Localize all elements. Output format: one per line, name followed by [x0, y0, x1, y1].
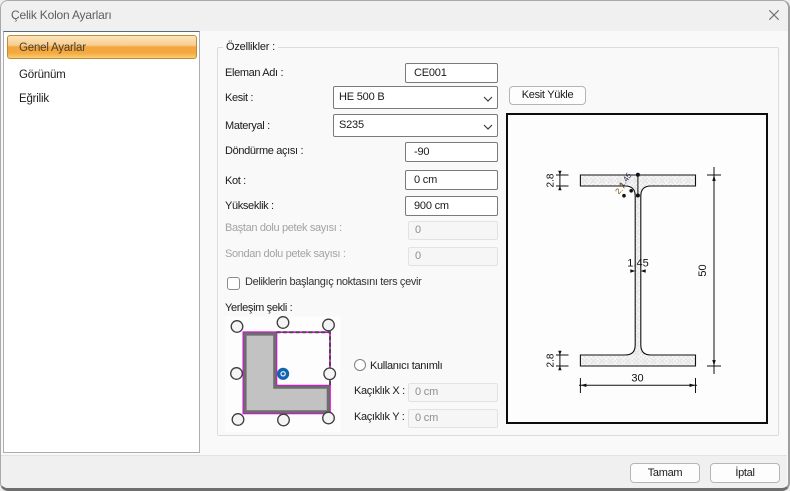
svg-text:30: 30 [631, 372, 643, 384]
svg-text:2.8: 2.8 [546, 173, 557, 187]
svg-text:1.45: 1.45 [627, 258, 648, 270]
svg-text:2.8: 2.8 [546, 353, 557, 367]
svg-text:50: 50 [697, 264, 709, 276]
